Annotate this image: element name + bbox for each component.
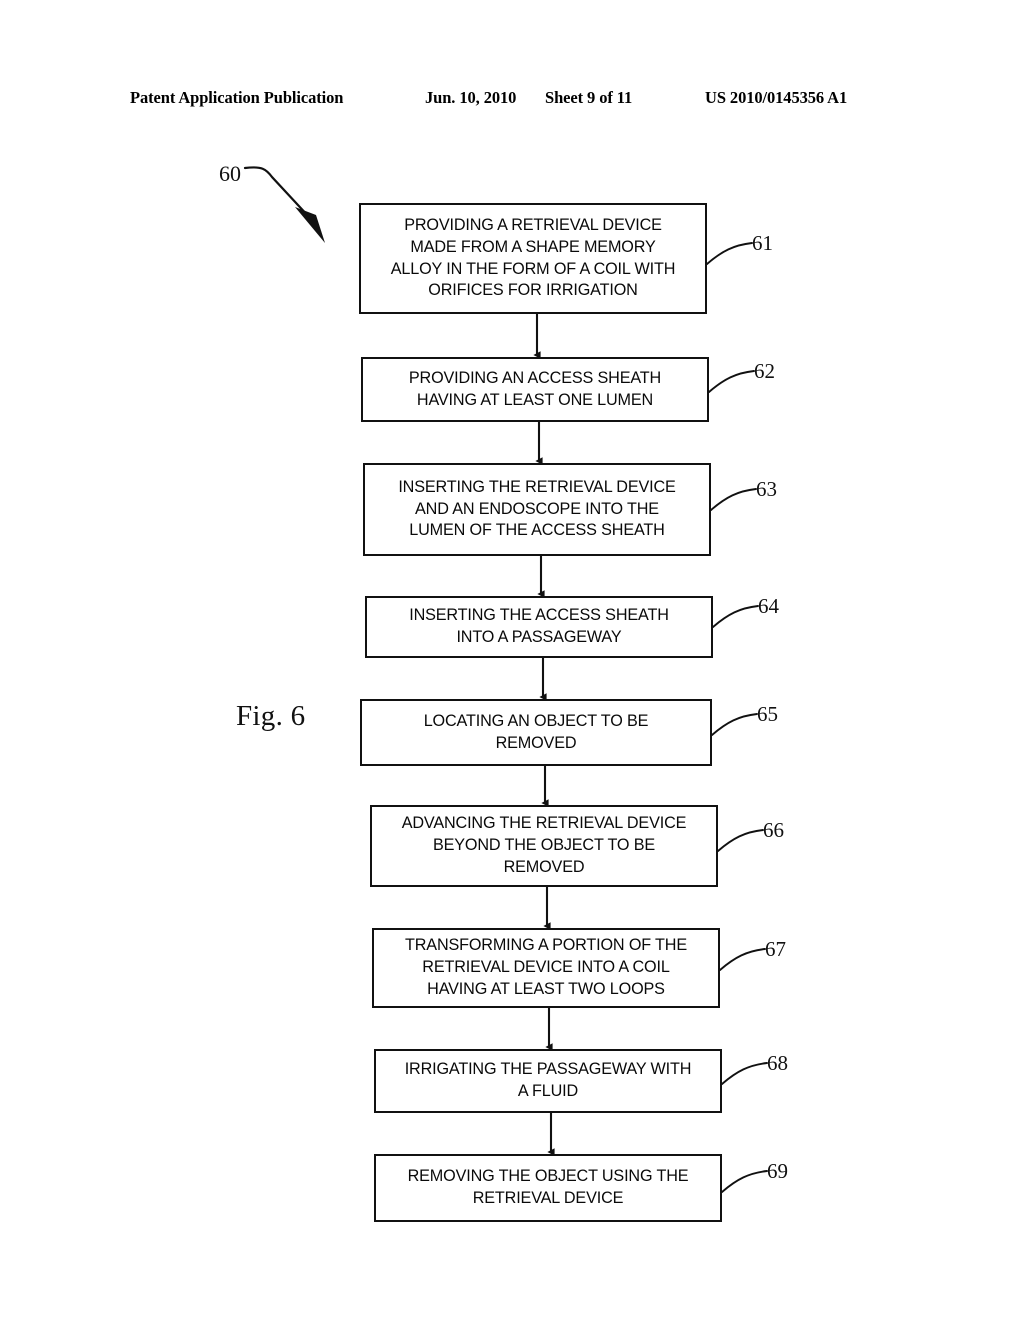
reference-numeral-65: 65	[757, 702, 778, 726]
reference-numeral-62: 62	[754, 359, 775, 383]
flowchart-step-61[interactable]: PROVIDING A RETRIEVAL DEVICE MADE FROM A…	[359, 203, 707, 314]
flowchart-step-69-text: REMOVING THE OBJECT USING THE RETRIEVAL …	[407, 1167, 689, 1207]
flowchart-step-66-text: ADVANCING THE RETRIEVAL DEVICE BEYOND TH…	[401, 814, 687, 876]
flowchart-step-66[interactable]: ADVANCING THE RETRIEVAL DEVICE BEYOND TH…	[370, 805, 718, 887]
flowchart-step-69[interactable]: REMOVING THE OBJECT USING THE RETRIEVAL …	[374, 1154, 722, 1222]
flowchart-step-68[interactable]: IRRIGATING THE PASSAGEWAY WITH A FLUID	[374, 1049, 722, 1113]
flowchart-figure: 60 Fig. 6 PROVIDING A RETRIEVAL DEVICE M…	[0, 0, 1024, 1320]
reference-numeral-61: 61	[752, 231, 773, 255]
reference-numeral-64: 64	[758, 594, 779, 618]
reference-numeral-69: 69	[767, 1159, 788, 1183]
reference-numeral-67: 67	[765, 937, 786, 961]
flowchart-step-65[interactable]: LOCATING AN OBJECT TO BE REMOVED	[360, 699, 712, 766]
flowchart-step-67-text: TRANSFORMING A PORTION OF THE RETRIEVAL …	[405, 936, 687, 998]
diagram-ref-leader-60	[243, 166, 325, 243]
flowchart-step-67[interactable]: TRANSFORMING A PORTION OF THE RETRIEVAL …	[372, 928, 720, 1008]
flowchart-step-63[interactable]: INSERTING THE RETRIEVAL DEVICE AND AN EN…	[363, 463, 711, 556]
flowchart-step-62-text: PROVIDING AN ACCESS SHEATH HAVING AT LEA…	[408, 368, 662, 409]
flowchart-step-61-text: PROVIDING A RETRIEVAL DEVICE MADE FROM A…	[390, 216, 676, 300]
flowchart-step-63-text: INSERTING THE RETRIEVAL DEVICE AND AN EN…	[398, 477, 676, 540]
diagram-reference-60: 60	[219, 161, 241, 186]
reference-numeral-63: 63	[756, 477, 777, 501]
flowchart-step-62[interactable]: PROVIDING AN ACCESS SHEATH HAVING AT LEA…	[361, 357, 709, 422]
figure-caption: Fig. 6	[236, 700, 306, 732]
reference-numeral-66: 66	[763, 818, 784, 842]
flowchart-step-64-text: INSERTING THE ACCESS SHEATH INTO A PASSA…	[409, 606, 669, 646]
flowchart-connectors	[243, 166, 768, 1193]
flowchart-step-68-text: IRRIGATING THE PASSAGEWAY WITH A FLUID	[404, 1060, 692, 1100]
flowchart-step-64[interactable]: INSERTING THE ACCESS SHEATH INTO A PASSA…	[365, 596, 713, 658]
reference-numeral-68: 68	[767, 1051, 788, 1075]
flowchart-step-65-text: LOCATING AN OBJECT TO BE REMOVED	[423, 711, 649, 752]
